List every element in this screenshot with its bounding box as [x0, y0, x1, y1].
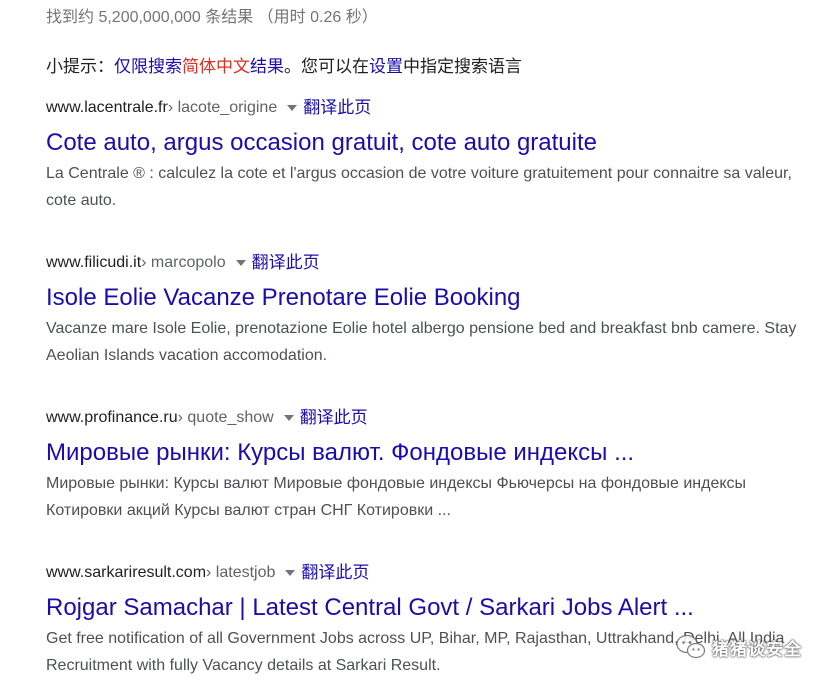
translate-page-link[interactable]: 翻译此页	[303, 97, 371, 119]
result-cite: www.filicudi.it › marcopolo 翻译此页	[46, 252, 806, 274]
result-snippet: Мировые рынки: Курсы валют Мировые фондо…	[46, 475, 747, 519]
translate-page-link[interactable]: 翻译此页	[301, 562, 369, 584]
result-title-link[interactable]: Cote auto, argus occasion gratuit, cote …	[46, 128, 806, 158]
result-title-link[interactable]: Rojgar Samachar | Latest Central Govt / …	[46, 593, 806, 623]
result-cite: www.sarkariresult.com › latestjob 翻译此页	[46, 562, 806, 584]
result-path: › marcopolo	[141, 254, 226, 271]
result-cite: www.profinance.ru › quote_show 翻译此页	[46, 407, 806, 429]
translate-page-link[interactable]: 翻译此页	[252, 252, 320, 274]
results-link[interactable]: 结果	[250, 57, 284, 76]
chevron-down-icon[interactable]	[287, 105, 298, 111]
search-result: www.profinance.ru › quote_show 翻译此页 Миро…	[46, 407, 806, 524]
search-results-page: 找到约 5,200,000,000 条结果 （用时 0.26 秒） 小提示：仅限…	[0, 0, 839, 684]
result-path: › quote_show	[177, 409, 274, 426]
settings-link[interactable]: 设置	[369, 57, 403, 76]
search-result: www.filicudi.it › marcopolo 翻译此页 Isole E…	[46, 252, 806, 369]
tip-suffix: 中指定搜索语言	[403, 57, 522, 76]
result-domain: www.profinance.ru	[46, 409, 178, 426]
result-domain: www.sarkariresult.com	[46, 564, 207, 581]
restrict-search-link[interactable]: 仅限搜索	[114, 57, 182, 76]
watermark-text: 猪猪谈安全	[712, 639, 802, 659]
result-snippet: La Centrale ® : calculez la cote et l'ar…	[46, 165, 792, 209]
tip-middle: 。您可以在	[284, 57, 369, 76]
tip-prefix: 小提示：	[46, 57, 114, 76]
result-snippet: Vacanze mare Isole Eolie, prenotazione E…	[46, 320, 797, 364]
chevron-down-icon[interactable]	[235, 260, 246, 266]
language-tip: 小提示：仅限搜索简体中文结果。您可以在设置中指定搜索语言	[46, 52, 522, 77]
translate-page-link[interactable]: 翻译此页	[300, 407, 368, 429]
simplified-chinese-link[interactable]: 简体中文	[182, 57, 250, 76]
search-result: www.lacentrale.fr › lacote_origine 翻译此页 …	[46, 97, 806, 214]
search-result: www.sarkariresult.com › latestjob 翻译此页 R…	[46, 562, 806, 679]
result-domain: www.filicudi.it	[46, 254, 142, 271]
result-title-link[interactable]: Мировые рынки: Курсы валют. Фондовые инд…	[46, 438, 806, 468]
watermark: 猪猪谈安全	[676, 634, 802, 660]
result-path: › lacote_origine	[167, 99, 278, 116]
result-title-link[interactable]: Isole Eolie Vacanze Prenotare Eolie Book…	[46, 283, 806, 313]
result-stats: 找到约 5,200,000,000 条结果 （用时 0.26 秒）	[46, 9, 378, 26]
result-cite: www.lacentrale.fr › lacote_origine 翻译此页	[46, 97, 806, 119]
result-domain: www.lacentrale.fr	[46, 99, 168, 116]
wechat-icon	[676, 634, 706, 660]
chevron-down-icon[interactable]	[285, 570, 296, 576]
result-path: › latestjob	[206, 564, 276, 581]
chevron-down-icon[interactable]	[283, 415, 294, 421]
